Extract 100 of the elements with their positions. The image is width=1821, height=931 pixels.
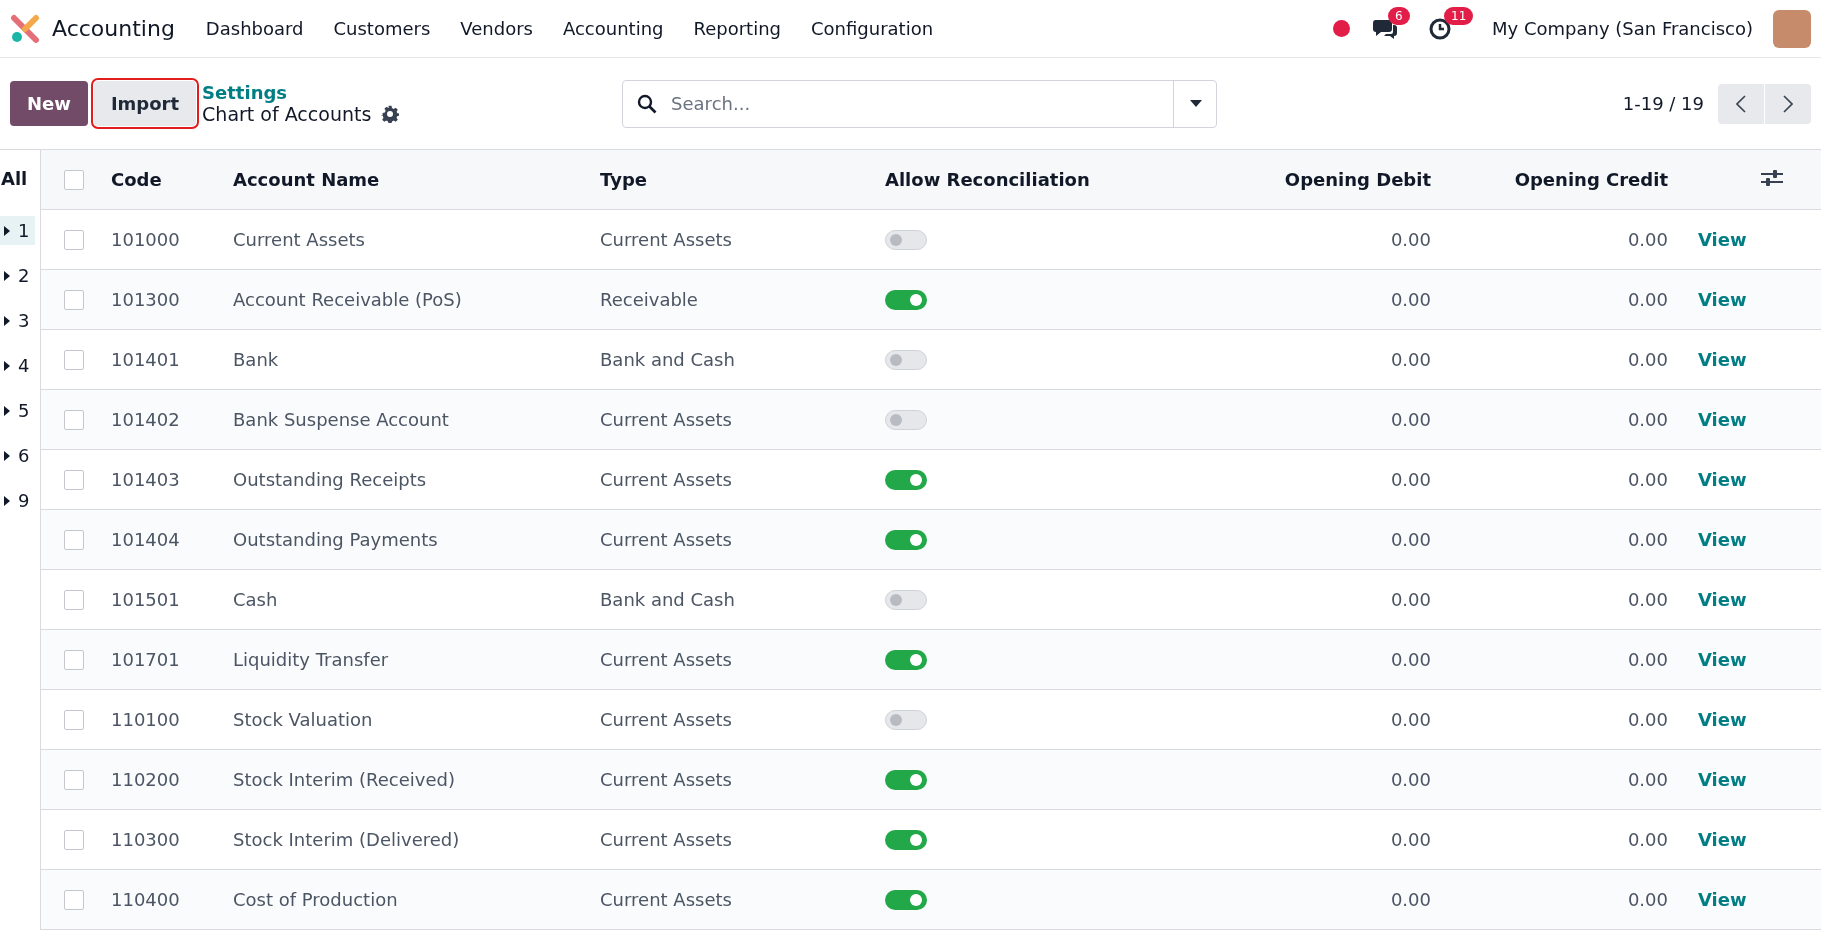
row-checkbox[interactable] [64, 289, 84, 310]
reconcile-toggle[interactable] [885, 769, 927, 790]
account-name: Outstanding Receipts [233, 469, 427, 490]
row-checkbox[interactable] [64, 469, 84, 490]
reconcile-toggle[interactable] [885, 469, 927, 490]
menu-item[interactable]: Customers [318, 18, 446, 39]
account-type: Current Assets [600, 769, 732, 790]
chevron-right-icon [1783, 94, 1793, 113]
reconcile-toggle[interactable] [885, 589, 927, 610]
status-dot[interactable] [1333, 20, 1351, 37]
account-code: 110100 [111, 709, 180, 730]
user-avatar[interactable] [1773, 9, 1811, 48]
group-item[interactable]: 5 [0, 396, 36, 425]
select-all-checkbox[interactable] [64, 169, 84, 190]
account-type: Current Assets [600, 469, 732, 490]
account-code: 110300 [111, 829, 180, 850]
menu-item[interactable]: Configuration [796, 18, 949, 39]
reconcile-toggle[interactable] [885, 529, 927, 550]
company-switcher[interactable]: My Company (San Francisco) [1492, 18, 1753, 39]
reconcile-toggle[interactable] [885, 289, 927, 310]
group-item[interactable]: 3 [0, 306, 36, 335]
app-name[interactable]: Accounting [52, 16, 175, 41]
reconcile-toggle[interactable] [885, 409, 927, 430]
opening-credit: 0.00 [1627, 229, 1668, 250]
reconcile-toggle[interactable] [885, 709, 927, 730]
row-checkbox[interactable] [64, 229, 84, 250]
account-type: Current Assets [600, 649, 732, 670]
import-button[interactable]: Import [93, 81, 197, 126]
opening-debit: 0.00 [1390, 709, 1431, 730]
account-name: Bank [233, 349, 279, 370]
menu-item[interactable]: Reporting [678, 18, 796, 39]
reconcile-toggle[interactable] [885, 349, 927, 370]
group-item[interactable]: 2 [0, 261, 36, 290]
menu-item[interactable]: Dashboard [190, 18, 319, 39]
opening-credit: 0.00 [1627, 409, 1668, 430]
opening-credit: 0.00 [1627, 589, 1668, 610]
opening-credit: 0.00 [1627, 829, 1668, 850]
chevron-left-icon [1736, 94, 1746, 113]
group-item[interactable]: 1 [0, 216, 36, 245]
group-item[interactable]: 6 [0, 441, 36, 470]
opening-credit: 0.00 [1627, 289, 1668, 310]
row-checkbox[interactable] [64, 649, 84, 670]
opening-debit: 0.00 [1390, 469, 1431, 490]
row-checkbox[interactable] [64, 769, 84, 790]
account-type: Current Assets [600, 709, 732, 730]
menu-item[interactable]: Accounting [547, 18, 679, 39]
column-header[interactable]: Opening Debit [1284, 169, 1431, 190]
group-item[interactable]: 9 [0, 486, 36, 515]
opening-credit: 0.00 [1627, 469, 1668, 490]
view-link[interactable]: View [1698, 469, 1747, 490]
reconcile-toggle[interactable] [885, 649, 927, 670]
menu-item[interactable]: Vendors [445, 18, 548, 39]
opening-debit: 0.00 [1390, 409, 1431, 430]
account-type: Bank and Cash [600, 589, 735, 610]
next-button[interactable] [1765, 83, 1811, 124]
settings-icon[interactable] [381, 105, 400, 123]
group-item[interactable]: 4 [0, 351, 36, 380]
view-link[interactable]: View [1698, 829, 1747, 850]
reconcile-toggle[interactable] [885, 889, 927, 910]
notification-badge: 11 [1444, 6, 1474, 25]
pager-value[interactable]: 1-19 / 19 [1622, 93, 1704, 114]
view-link[interactable]: View [1698, 709, 1747, 730]
row-checkbox[interactable] [64, 829, 84, 850]
row-checkbox[interactable] [64, 589, 84, 610]
column-settings-icon[interactable] [1761, 168, 1783, 187]
account-type: Receivable [600, 289, 698, 310]
group-heading[interactable]: All [1, 168, 28, 189]
row-checkbox[interactable] [64, 409, 84, 430]
clock-icon[interactable] [1428, 16, 1453, 41]
view-link[interactable]: View [1698, 229, 1747, 250]
row-checkbox[interactable] [64, 529, 84, 550]
caret-icon [4, 225, 10, 236]
reconcile-toggle[interactable] [885, 829, 927, 850]
row-checkbox[interactable] [64, 709, 84, 730]
account-name: Bank Suspense Account [233, 409, 449, 430]
column-header[interactable]: Account Name [233, 169, 380, 190]
column-header[interactable]: Code [111, 169, 162, 190]
account-type: Current Assets [600, 529, 732, 550]
account-code: 101401 [111, 349, 180, 370]
app-logo-icon[interactable] [10, 13, 40, 44]
search-input[interactable]: Search... [669, 92, 1174, 115]
view-link[interactable]: View [1698, 349, 1747, 370]
row-checkbox[interactable] [64, 349, 84, 370]
opening-debit: 0.00 [1390, 829, 1431, 850]
account-code: 110200 [111, 769, 180, 790]
search-icon [637, 93, 658, 114]
search-field[interactable]: Search... [622, 79, 1218, 128]
account-type: Bank and Cash [600, 349, 735, 370]
caret-icon[interactable] [1190, 99, 1203, 108]
new-button[interactable]: New [10, 81, 88, 126]
breadcrumb-link[interactable]: Settings [202, 82, 623, 103]
row-checkbox[interactable] [64, 889, 84, 910]
opening-debit: 0.00 [1390, 289, 1431, 310]
account-code: 101000 [111, 229, 180, 250]
reconcile-toggle[interactable] [885, 229, 927, 250]
account-type: Current Assets [600, 889, 732, 910]
previous-button[interactable] [1718, 83, 1764, 124]
view-link[interactable]: View [1698, 589, 1747, 610]
column-header[interactable]: Type [600, 169, 647, 190]
caret-icon [4, 405, 10, 416]
